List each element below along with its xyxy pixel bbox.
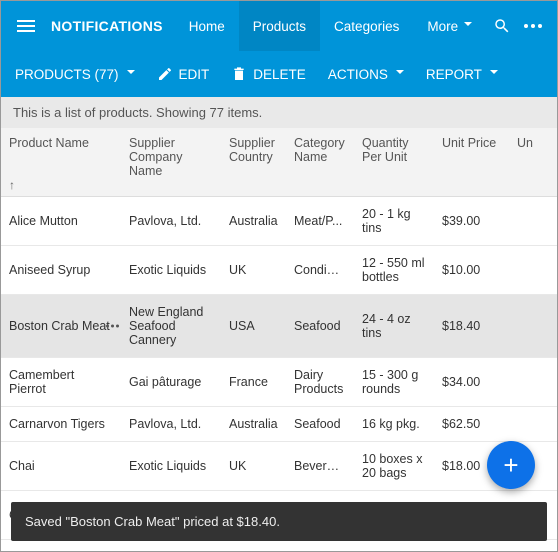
cell-qty: 20 - 1 kg tins: [354, 197, 434, 245]
tab-home[interactable]: Home: [175, 1, 239, 51]
cell-country: Australia: [221, 204, 286, 238]
edit-button[interactable]: EDIT: [157, 66, 210, 82]
cell-qty: 16 kg pkg.: [354, 407, 434, 441]
cell-price: $10.00: [434, 253, 509, 287]
table-row[interactable]: Boston Crab MeatNew England Seafood Cann…: [1, 295, 557, 358]
cell-name: Carnarvon Tigers: [1, 407, 121, 441]
cell-qty: 10 boxes x 20 bags: [354, 442, 434, 490]
delete-label: DELETE: [253, 67, 306, 82]
cell-price: $62.50: [434, 407, 509, 441]
cell-country: Australia: [221, 407, 286, 441]
cell-name: Chai: [1, 449, 121, 483]
row-overflow-icon[interactable]: [106, 325, 119, 328]
tab-categories[interactable]: Categories: [320, 1, 413, 51]
cell-qty: 12 - 550 ml bottles: [354, 246, 434, 294]
cell-country: UK: [221, 253, 286, 287]
cell-qty: 15 - 300 g rounds: [354, 358, 434, 406]
cell-extra: [509, 316, 549, 336]
delete-button[interactable]: DELETE: [231, 66, 306, 82]
products-grid: Product Name ↑ Supplier Company Name Sup…: [1, 128, 557, 540]
cell-supplier: Exotic Liquids: [121, 253, 221, 287]
cell-extra: [509, 211, 549, 231]
cell-name: Aniseed Syrup: [1, 253, 121, 287]
tab-products[interactable]: Products: [239, 1, 320, 51]
table-row[interactable]: Carnarvon TigersPavlova, Ltd.AustraliaSe…: [1, 407, 557, 442]
search-icon[interactable]: [486, 8, 517, 44]
add-button[interactable]: +: [487, 441, 535, 489]
cell-country: USA: [221, 309, 286, 343]
cell-supplier: Exotic Liquids: [121, 449, 221, 483]
nav-tabs: Home Products Categories More: [175, 1, 486, 51]
cell-supplier: Gai pâturage: [121, 365, 221, 399]
cell-name: Camembert Pierrot: [1, 358, 121, 406]
trash-icon: [231, 66, 247, 82]
menu-icon[interactable]: [9, 12, 43, 40]
cell-category: Seafood: [286, 407, 354, 441]
brand-title: NOTIFICATIONS: [51, 18, 163, 34]
col-category[interactable]: Category Name: [286, 128, 354, 196]
cell-name: Alice Mutton: [1, 204, 121, 238]
cell-price: $39.00: [434, 204, 509, 238]
cell-extra: [509, 260, 549, 280]
col-country[interactable]: Supplier Country: [221, 128, 286, 196]
table-row[interactable]: ChaiExotic LiquidsUKBeverag...10 boxes x…: [1, 442, 557, 491]
cell-country: France: [221, 365, 286, 399]
col-supplier[interactable]: Supplier Company Name: [121, 128, 221, 196]
top-bar: NOTIFICATIONS Home Products Categories M…: [1, 1, 557, 51]
action-toolbar: PRODUCTS (77) EDIT DELETE ACTIONS REPORT: [1, 51, 557, 97]
cell-category: Seafood: [286, 309, 354, 343]
list-caption: This is a list of products. Showing 77 i…: [1, 97, 557, 128]
cell-price: $34.00: [434, 365, 509, 399]
toast-message: Saved "Boston Crab Meat" priced at $18.4…: [11, 502, 547, 541]
cell-category: Beverag...: [286, 449, 354, 483]
actions-dropdown[interactable]: ACTIONS: [328, 67, 404, 82]
cell-supplier: New England Seafood Cannery: [121, 295, 221, 357]
cell-country: UK: [221, 449, 286, 483]
col-price[interactable]: Unit Price: [434, 128, 509, 196]
report-dropdown[interactable]: REPORT: [426, 67, 498, 82]
cell-extra: [509, 414, 549, 434]
products-dropdown[interactable]: PRODUCTS (77): [15, 67, 135, 82]
cell-category: Condim...: [286, 253, 354, 287]
edit-label: EDIT: [179, 67, 210, 82]
tab-more[interactable]: More: [413, 1, 486, 51]
table-row[interactable]: Alice MuttonPavlova, Ltd.AustraliaMeat/P…: [1, 197, 557, 246]
cell-supplier: Pavlova, Ltd.: [121, 204, 221, 238]
cell-qty: 24 - 4 oz tins: [354, 302, 434, 350]
overflow-icon[interactable]: [518, 8, 549, 44]
cell-category: Dairy Products: [286, 358, 354, 406]
cell-extra: [509, 372, 549, 392]
col-qty[interactable]: Quantity Per Unit: [354, 128, 434, 196]
cell-supplier: Pavlova, Ltd.: [121, 407, 221, 441]
cell-category: Meat/P...: [286, 204, 354, 238]
pencil-icon: [157, 66, 173, 82]
col-extra[interactable]: Un: [509, 128, 549, 196]
table-row[interactable]: Aniseed SyrupExotic LiquidsUKCondim...12…: [1, 246, 557, 295]
sort-asc-icon: ↑: [9, 178, 15, 192]
col-product-name[interactable]: Product Name ↑: [1, 128, 121, 196]
grid-header: Product Name ↑ Supplier Company Name Sup…: [1, 128, 557, 197]
table-row[interactable]: Camembert PierrotGai pâturageFranceDairy…: [1, 358, 557, 407]
cell-name: Boston Crab Meat: [1, 309, 121, 343]
cell-price: $18.40: [434, 309, 509, 343]
